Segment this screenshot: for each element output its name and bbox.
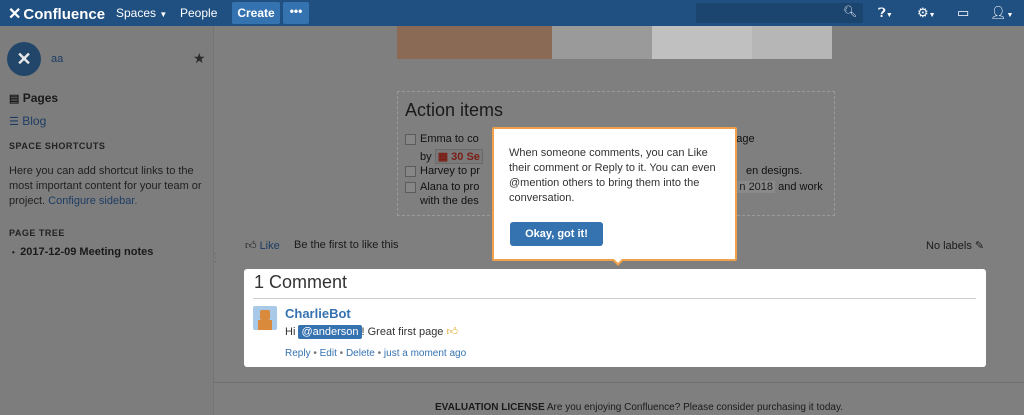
- nav-spaces-label: Spaces: [116, 6, 157, 20]
- help-icon[interactable]: ❓︎▼: [878, 5, 893, 21]
- search-input[interactable]: 🔍︎: [696, 3, 863, 23]
- onboarding-tooltip: When someone comments, you can Like thei…: [492, 127, 737, 266]
- sidebar-item-label: Pages: [22, 91, 59, 105]
- page-tree-item[interactable]: • 2017-12-09 Meeting notes: [12, 246, 153, 258]
- like-label: Like: [259, 240, 280, 252]
- footer-license: EVALUATION LICENSE Are you enjoying Conf…: [435, 402, 843, 413]
- more-create-button[interactable]: •••: [283, 2, 309, 24]
- tooltip-text: When someone comments, you can Like thei…: [509, 147, 716, 204]
- task-text: Alana to pro: [420, 181, 480, 193]
- sidebar-item-pages[interactable]: ▤ Pages: [9, 91, 58, 105]
- task-text: Emma to co: [420, 133, 479, 145]
- configure-sidebar-link[interactable]: Configure sidebar.: [48, 195, 137, 207]
- footer-divider: [214, 382, 1024, 383]
- search-icon: 🔍︎: [843, 6, 857, 18]
- task-checkbox[interactable]: [405, 182, 416, 193]
- due-date-badge[interactable]: ▦ 30 Se: [434, 149, 483, 164]
- nav-spaces[interactable]: Spaces ▼: [116, 6, 167, 20]
- edit-link[interactable]: Edit: [320, 348, 337, 359]
- like-button[interactable]: 👍︎ Like: [245, 239, 280, 252]
- task-checkbox[interactable]: [405, 134, 416, 145]
- pencil-icon[interactable]: ✎: [975, 240, 984, 252]
- page-tree-heading: PAGE TREE: [9, 228, 65, 238]
- comment-author[interactable]: CharlieBot: [285, 306, 351, 321]
- calendar-icon: ▦: [437, 151, 449, 163]
- star-icon[interactable]: ★: [193, 50, 206, 67]
- shortcuts-heading: SPACE SHORTCUTS: [9, 141, 106, 151]
- sidebar-item-blog[interactable]: ☰ Blog: [9, 114, 46, 128]
- avatar-head: [260, 310, 270, 320]
- due-date-label: 30 Se: [451, 151, 480, 163]
- avatar[interactable]: [253, 306, 277, 330]
- task-item: by ▦ 30 Se: [420, 149, 483, 164]
- task-checkbox[interactable]: [405, 166, 416, 177]
- chevron-down-icon: ▼: [159, 10, 168, 19]
- bullet-icon: •: [12, 248, 18, 257]
- notifications-icon[interactable]: ▭: [957, 5, 969, 21]
- task-item: with the des: [420, 195, 479, 207]
- user-avatar-icon[interactable]: 👤︎▼: [990, 5, 1013, 21]
- sidebar-resize-handle[interactable]: · · ·: [214, 250, 217, 266]
- user-mention[interactable]: @anderson: [298, 325, 362, 339]
- gear-icon[interactable]: ⚙▼: [917, 5, 936, 21]
- comment-text-start: Hi: [285, 326, 296, 338]
- confluence-logo-icon: ✕: [8, 6, 22, 23]
- sidebar-item-label: Blog: [22, 114, 47, 128]
- logo-text: Confluence: [23, 5, 106, 23]
- comments-section: 1 Comment CharlieBot Hi @anderson! Great…: [244, 269, 986, 367]
- license-label: EVALUATION LICENSE: [435, 402, 545, 413]
- nav-people-label: People: [180, 6, 218, 20]
- task-text-end: and work: [778, 181, 823, 193]
- confluence-logo[interactable]: ✕ Confluence: [8, 4, 105, 24]
- create-button[interactable]: Create: [232, 2, 280, 24]
- comment-timestamp[interactable]: just a moment ago: [384, 348, 466, 359]
- thumbs-up-emoji-icon: 👍︎: [446, 326, 459, 338]
- avatar-body: [258, 320, 272, 330]
- rss-icon: ☰: [9, 116, 19, 128]
- tooltip-arrow-inner: [613, 258, 623, 263]
- sidebar: ✕ aa ★ ▤ Pages ☰ Blog SPACE SHORTCUTS He…: [0, 26, 214, 415]
- divider: [253, 298, 976, 299]
- first-to-like-text: Be the first to like this: [294, 239, 399, 251]
- due-date-badge[interactable]: n 2018: [737, 181, 776, 193]
- top-navigation-bar: ✕ Confluence Spaces ▼ People Create ••• …: [0, 0, 1024, 26]
- task-text: with the des: [420, 195, 479, 207]
- space-logo-icon[interactable]: ✕: [7, 42, 41, 76]
- no-labels-text: No labels: [926, 240, 972, 252]
- space-name[interactable]: aa: [51, 53, 63, 65]
- delete-link[interactable]: Delete: [346, 348, 375, 359]
- nav-people[interactable]: People: [180, 6, 217, 20]
- pages-icon: ▤: [9, 93, 20, 105]
- okay-got-it-button[interactable]: Okay, got it!: [510, 222, 603, 246]
- action-items-title: Action items: [405, 100, 504, 120]
- comment-actions: Reply • Edit • Delete • just a moment ag…: [285, 348, 466, 359]
- shortcuts-description: Here you can add shortcut links to the m…: [9, 164, 204, 209]
- comments-heading: 1 Comment: [254, 272, 348, 292]
- license-text: Are you enjoying Confluence? Please cons…: [546, 402, 843, 413]
- embedded-image: [397, 26, 832, 59]
- task-text-end: en designs.: [745, 165, 803, 177]
- comment-text-end: ! Great first page: [361, 326, 444, 338]
- labels-area[interactable]: No labels ✎: [926, 239, 984, 252]
- task-text: Harvey to pr: [420, 165, 480, 177]
- comment-body: Hi @anderson! Great first page 👍︎: [285, 325, 459, 339]
- task-text: by: [420, 151, 432, 163]
- thumbs-up-icon: 👍︎: [245, 240, 257, 252]
- page-tree-item-label: 2017-12-09 Meeting notes: [20, 246, 154, 258]
- reply-link[interactable]: Reply: [285, 348, 311, 359]
